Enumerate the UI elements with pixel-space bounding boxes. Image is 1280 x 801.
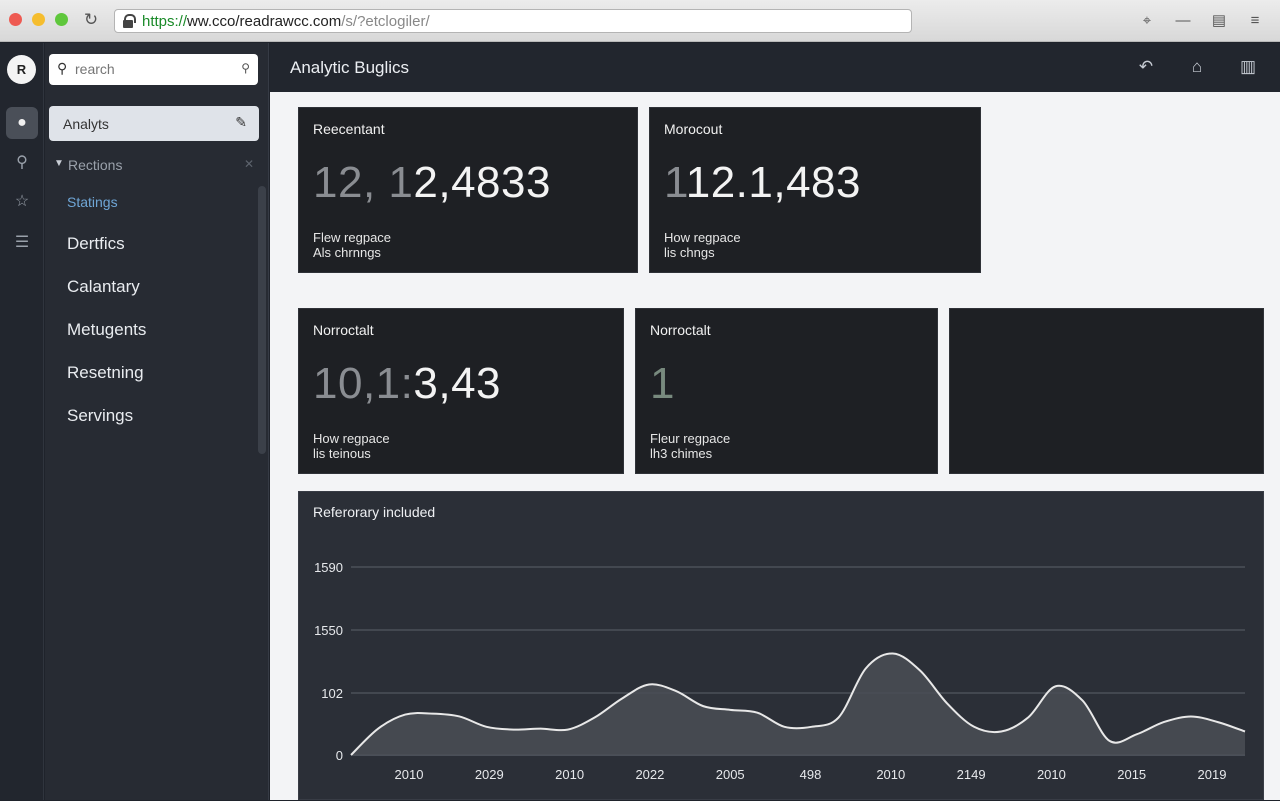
x-tick-label: 2010 (1037, 767, 1066, 782)
x-tick-label: 2010 (876, 767, 905, 782)
stat-card: Norroctalt 1 Fleur regpace lh3 chimes (635, 308, 938, 474)
stat-card-value: 112.1,483 (664, 158, 861, 207)
maximize-window-button[interactable] (55, 13, 68, 26)
x-tick-label: 2010 (555, 767, 584, 782)
x-tick-label: 498 (800, 767, 822, 782)
app-header: Analytic Buglics ↶ ⌂ ▥ (270, 43, 1280, 92)
sidebar-section-toggle[interactable]: ▼ Rections ✕ (54, 157, 254, 175)
sidebar-scrollbar[interactable] (258, 186, 266, 454)
stat-card-caption: How regpace (313, 431, 390, 446)
stat-card-title: Norroctalt (313, 322, 374, 338)
sidebar-item-resetning[interactable]: Resetning (67, 363, 144, 383)
sidebar-item-analytics[interactable]: Analyts ✎ (49, 106, 259, 141)
pin-icon[interactable]: ⌖ (1136, 11, 1158, 31)
close-window-button[interactable] (9, 13, 22, 26)
avatar[interactable]: R (7, 55, 36, 84)
empty-card (949, 308, 1264, 474)
sidebar: ⚲ ⚲ Analyts ✎ ▼ Rections ✕ Statings Dert… (45, 43, 269, 800)
page-title: Analytic Buglics (290, 58, 410, 77)
stat-card-caption: Flew regpace (313, 230, 392, 245)
browser-toolbar: ↻ https://ww.cco/readrawcc.com/s/?etclog… (0, 0, 1280, 42)
x-tick-label: 2029 (475, 767, 504, 782)
edit-icon[interactable]: ✎ (235, 114, 247, 131)
stat-card-caption: lis teinous (313, 446, 371, 461)
sidebar-section-label: Rections (68, 157, 123, 173)
lock-icon (123, 14, 136, 28)
reload-icon[interactable]: ↻ (80, 9, 102, 31)
grid-icon[interactable]: ▥ (1236, 56, 1260, 78)
minimize-window-button[interactable] (32, 13, 45, 26)
stat-card-caption: Fleur regpace (650, 431, 731, 446)
url-text: https://ww.cco/readrawcc.com/s/?etclogil… (142, 13, 430, 30)
home-icon[interactable]: ⌂ (1185, 56, 1209, 78)
minus-icon[interactable]: — (1172, 11, 1194, 31)
search-icon: ⚲ (57, 60, 68, 76)
url-bar[interactable]: https://ww.cco/readrawcc.com/s/?etclogil… (114, 9, 912, 33)
search-input[interactable] (75, 59, 225, 79)
stat-card-title: Norroctalt (650, 322, 711, 338)
x-tick-label: 2015 (1117, 767, 1146, 782)
stat-card-caption: How regpace (664, 230, 741, 245)
stat-card-value: 10,1:3,43 (313, 359, 502, 408)
list-icon[interactable]: ☰ (6, 227, 38, 259)
y-tick-label: 102 (321, 686, 343, 701)
stat-card-title: Morocout (664, 121, 723, 137)
y-tick-label: 1590 (314, 560, 343, 575)
sidebar-item-metugents[interactable]: Metugents (67, 320, 146, 340)
stat-card-value: 1 (650, 359, 675, 408)
stat-card-caption: lis chngs (664, 245, 715, 260)
x-tick-label: 2010 (395, 767, 424, 782)
caret-down-icon: ▼ (54, 158, 64, 169)
x-tick-label: 2005 (716, 767, 745, 782)
sidebar-item-dertfics[interactable]: Dertfics (67, 234, 125, 254)
stat-card: Morocout 112.1,483 How regpace lis chngs (649, 107, 981, 273)
stat-card: Norroctalt 10,1:3,43 How regpace lis tei… (298, 308, 624, 474)
menu-icon[interactable]: ≡ (1244, 11, 1266, 31)
apple-icon[interactable]: ● (6, 107, 38, 139)
y-tick-label: 1550 (314, 623, 343, 638)
chart-panel: Referorary included 0 102 1550 1590 2010 2029… (298, 491, 1264, 800)
icon-rail: R ● ⚲ ☆ ☰ (0, 43, 44, 800)
x-tick-label: 2149 (957, 767, 986, 782)
x-tick-label: 2022 (635, 767, 664, 782)
x-tick-label: 2019 (1198, 767, 1227, 782)
stat-card-title: Reecentant (313, 121, 385, 137)
sidebar-item-servings[interactable]: Servings (67, 406, 133, 426)
star-icon[interactable]: ☆ (6, 186, 38, 218)
close-icon[interactable]: ✕ (244, 157, 254, 171)
search-box: ⚲ ⚲ (49, 54, 258, 85)
search-submit-icon[interactable]: ⚲ (241, 61, 250, 75)
back-icon[interactable]: ↶ (1134, 56, 1158, 78)
sidebar-subitem-statings[interactable]: Statings (67, 194, 118, 210)
stat-card-caption: Als chrnngs (313, 245, 381, 260)
stat-card-caption: lh3 chimes (650, 446, 713, 461)
sidebar-item-calantary[interactable]: Calantary (67, 277, 140, 297)
series-area (351, 653, 1245, 755)
area-chart: 0 102 1550 1590 2010 2029 2010 2022 2005 498 2010 2… (314, 560, 1246, 782)
stat-card: Reecentant 12, 12,4833 Flew regpace Als … (298, 107, 638, 273)
sidebar-item-label: Analyts (63, 116, 109, 132)
page-icon[interactable]: ▤ (1208, 11, 1230, 31)
y-tick-label: 0 (336, 748, 343, 763)
key-icon[interactable]: ⚲ (6, 147, 38, 179)
stat-card-value: 12, 12,4833 (313, 158, 551, 207)
